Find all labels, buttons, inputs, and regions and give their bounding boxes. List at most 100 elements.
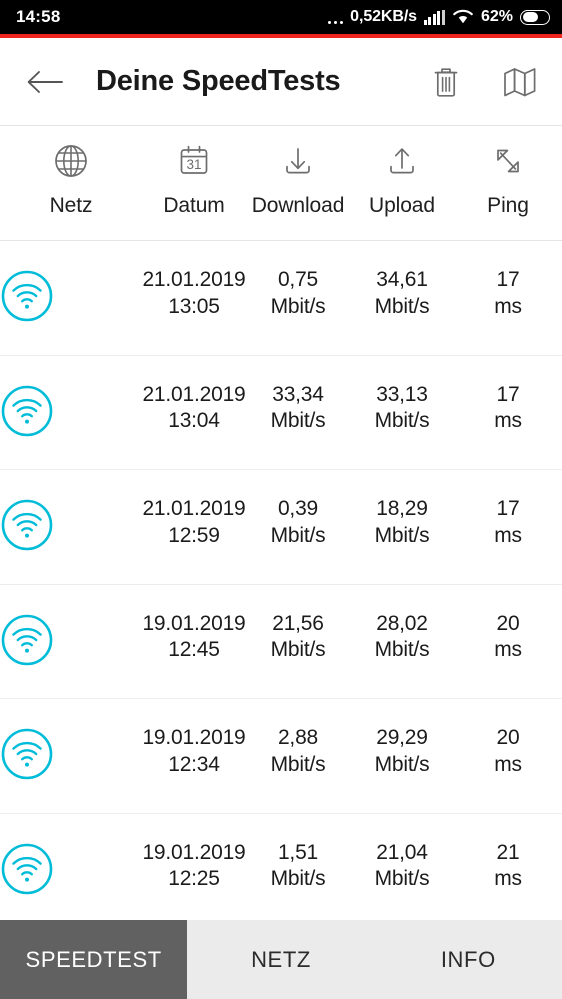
row-upload-unit: Mbit/s <box>374 752 430 776</box>
row-upload-value: 21,04 <box>376 840 428 864</box>
table-header: Netz 31 Datum Download Upload Ping <box>0 126 562 241</box>
row-download-unit: Mbit/s <box>270 409 326 433</box>
table-row[interactable]: 19.01.2019 12:45 21,56 Mbit/s 28,02 Mbit/s 20 m… <box>0 585 562 699</box>
wifi-circle-icon <box>0 613 54 673</box>
globe-icon <box>52 140 90 182</box>
app-bar: Deine SpeedTests <box>0 38 562 126</box>
cellular-signal-icon <box>423 9 445 25</box>
row-upload-unit: Mbit/s <box>374 867 430 891</box>
row-upload-value: 29,29 <box>376 726 428 749</box>
table-row[interactable]: 21.01.2019 13:04 33,34 Mbit/s 33,13 Mbit/s 17 m… <box>0 356 562 470</box>
speedtest-app-screen: 14:58 0,52KB/s 62% Deine SpeedTests Netz… <box>0 0 562 999</box>
page-title: Deine SpeedTests <box>96 65 341 97</box>
cell-upload: 28,02 Mbit/s <box>350 611 454 664</box>
tab-label: SPEEDTEST <box>25 946 162 972</box>
calendar-31-icon: 31 <box>175 140 213 182</box>
row-date: 21.01.2019 <box>142 497 246 520</box>
row-date: 19.01.2019 <box>142 611 246 635</box>
cell-net <box>0 267 142 329</box>
column-header-datum[interactable]: 31 Datum <box>142 140 246 218</box>
column-header-upload[interactable]: Upload <box>350 140 454 218</box>
column-header-upload-label: Upload <box>369 194 435 217</box>
cell-ping: 17 ms <box>454 496 562 549</box>
back-button[interactable] <box>26 60 70 104</box>
cell-datum: 19.01.2019 12:34 <box>142 725 246 778</box>
table-row[interactable]: 19.01.2019 12:34 2,88 Mbit/s 29,29 Mbit/s 20 ms <box>0 699 562 814</box>
download-arrow-icon <box>279 140 317 182</box>
row-ping-value: 17 <box>496 268 520 291</box>
map-button[interactable] <box>500 62 540 102</box>
cell-download: 33,34 Mbit/s <box>246 382 350 435</box>
row-date: 19.01.2019 <box>142 840 246 864</box>
row-download-unit: Mbit/s <box>270 638 326 662</box>
cell-net <box>0 725 142 787</box>
network-speed-indicator: 0,52KB/s <box>350 8 417 25</box>
cell-net <box>0 840 142 902</box>
row-date: 21.01.2019 <box>142 382 246 406</box>
row-download-value: 0,39 <box>277 497 319 520</box>
delete-button[interactable] <box>426 62 466 102</box>
cell-ping: 20 ms <box>454 725 562 778</box>
row-time: 12:25 <box>168 867 220 891</box>
speedtest-results-list: 21.01.2019 13:05 0,75 Mbit/s 34,61 Mbit/s 17 ms… <box>0 241 562 920</box>
row-download-unit: Mbit/s <box>270 867 326 891</box>
row-download-value: 0,75 <box>277 268 319 291</box>
column-header-download[interactable]: Download <box>246 140 350 218</box>
table-row[interactable]: 21.01.2019 13:05 0,75 Mbit/s 34,61 Mbit/s 17 ms <box>0 241 562 356</box>
row-upload-unit: Mbit/s <box>374 523 430 547</box>
cell-datum: 19.01.2019 12:25 <box>142 840 246 893</box>
cell-upload: 33,13 Mbit/s <box>350 382 454 435</box>
row-download-unit: Mbit/s <box>270 294 326 318</box>
tab-info[interactable]: INFO <box>375 920 562 999</box>
row-ping-unit: ms <box>494 867 522 891</box>
row-ping-unit: ms <box>494 409 522 433</box>
tab-speedtest[interactable]: SPEEDTEST <box>0 920 188 999</box>
row-ping-value: 17 <box>496 497 520 520</box>
row-download-value: 21,56 <box>272 611 324 635</box>
cell-upload: 29,29 Mbit/s <box>350 725 454 778</box>
battery-percent-label: 62% <box>480 8 513 25</box>
row-upload-value: 28,02 <box>376 611 428 635</box>
cell-ping: 17 ms <box>454 382 562 435</box>
more-dots-icon <box>327 10 344 24</box>
row-download-value: 1,51 <box>277 840 319 864</box>
row-upload-unit: Mbit/s <box>374 294 430 318</box>
wifi-circle-icon <box>0 842 54 902</box>
cell-net <box>0 382 142 444</box>
svg-text:31: 31 <box>186 157 201 172</box>
row-ping-unit: ms <box>494 752 522 776</box>
row-upload-value: 33,13 <box>376 382 428 406</box>
row-upload-unit: Mbit/s <box>374 409 430 433</box>
cell-datum: 21.01.2019 12:59 <box>142 496 246 549</box>
tab-netz[interactable]: NETZ <box>187 920 374 999</box>
row-upload-value: 18,29 <box>376 497 428 520</box>
row-download-unit: Mbit/s <box>270 752 326 776</box>
trash-icon <box>434 67 458 97</box>
row-time: 12:59 <box>168 523 220 547</box>
column-header-netz[interactable]: Netz <box>0 140 142 218</box>
cell-datum: 21.01.2019 13:05 <box>142 267 246 320</box>
row-ping-unit: ms <box>494 523 522 547</box>
cell-download: 1,51 Mbit/s <box>246 840 350 893</box>
column-header-ping[interactable]: Ping <box>454 140 562 218</box>
row-ping-unit: ms <box>494 294 522 318</box>
cell-upload: 18,29 Mbit/s <box>350 496 454 549</box>
column-header-datum-label: Datum <box>163 194 225 217</box>
row-ping-value: 21 <box>496 840 520 864</box>
status-bar-indicators: 0,52KB/s 62% <box>327 8 550 26</box>
row-date: 21.01.2019 <box>142 268 246 291</box>
battery-icon <box>520 9 550 25</box>
cell-upload: 21,04 Mbit/s <box>350 840 454 893</box>
row-download-value: 33,34 <box>272 382 324 406</box>
cell-ping: 17 ms <box>454 267 562 320</box>
row-time: 13:05 <box>168 294 220 318</box>
tab-label: INFO <box>440 946 496 972</box>
cell-download: 0,75 Mbit/s <box>246 267 350 320</box>
row-ping-value: 17 <box>496 382 520 406</box>
row-ping-value: 20 <box>496 726 520 749</box>
row-download-value: 2,88 <box>277 726 319 749</box>
table-row[interactable]: 21.01.2019 12:59 0,39 Mbit/s 18,29 Mbit/s 17 ms <box>0 470 562 585</box>
table-row[interactable]: 19.01.2019 12:25 1,51 Mbit/s 21,04 Mbit/s 21 ms <box>0 814 562 921</box>
cell-upload: 34,61 Mbit/s <box>350 267 454 320</box>
row-download-unit: Mbit/s <box>270 523 326 547</box>
